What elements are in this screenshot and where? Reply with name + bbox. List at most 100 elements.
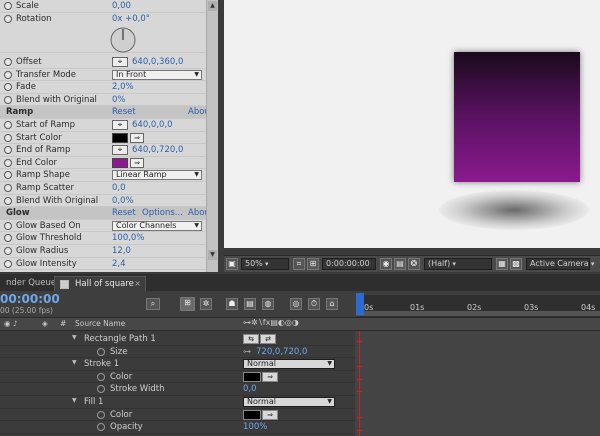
tab-comp[interactable]: Hall of square × [54, 276, 146, 291]
fill-color-swatch[interactable] [243, 409, 261, 420]
stopwatch-icon[interactable] [4, 121, 12, 129]
fx-value[interactable]: 12,0 [112, 246, 131, 256]
fx-section-glow[interactable]: Glow Reset Options... Abou [0, 207, 210, 220]
stopwatch-icon[interactable] [4, 70, 12, 79]
transparency-grid-icon[interactable]: ▩ [510, 258, 522, 270]
fx-value[interactable]: 100,0% [112, 233, 144, 243]
stopwatch-icon[interactable] [97, 410, 105, 419]
fx-value[interactable]: 0% [112, 95, 126, 105]
mask-icon[interactable]: ▤ [394, 258, 406, 270]
stroke-mode-dropdown[interactable]: Normal [243, 359, 335, 370]
stopwatch-icon[interactable] [97, 347, 105, 356]
roi-icon[interactable]: ▦ [496, 258, 508, 270]
camera-dropdown[interactable]: Active Camera [526, 258, 590, 270]
stopwatch-icon[interactable] [4, 133, 12, 142]
fx-value[interactable]: 0,0 [112, 183, 126, 193]
reset-link[interactable]: Reset [112, 208, 136, 218]
zoom-dropdown[interactable]: 50% [241, 258, 289, 270]
stopwatch-icon[interactable] [4, 234, 12, 243]
ramp-shape-dropdown[interactable]: Linear Ramp [112, 170, 202, 181]
fill-mode-dropdown[interactable]: Normal [243, 397, 335, 407]
layer-row-fill[interactable]: ▼ Fill 1 Normal [0, 396, 355, 409]
link-icon[interactable]: ⊶ [243, 347, 251, 356]
crosshair-icon[interactable]: ⌖ [112, 145, 128, 156]
current-time-indicator[interactable] [356, 293, 364, 315]
layer-row-stroke-color[interactable]: Color ⇒ [0, 371, 355, 384]
eyedropper-icon[interactable]: ⇒ [262, 409, 278, 420]
stopwatch-icon[interactable] [4, 83, 12, 92]
stroke-color-swatch[interactable] [243, 371, 261, 382]
stopwatch-icon[interactable] [4, 171, 12, 180]
composition-viewer[interactable] [224, 0, 600, 248]
crosshair-icon[interactable]: ⌖ [112, 120, 128, 130]
fx-value[interactable]: 640,0,0,0 [132, 120, 173, 130]
draft-3d-icon[interactable]: ✲ [200, 298, 212, 310]
timer-icon[interactable]: ⏱ [308, 298, 320, 310]
path-reverse-icon[interactable]: ⇄ [260, 334, 276, 344]
fit-icon[interactable]: ⌗ [293, 258, 305, 270]
purple-square-layer[interactable] [454, 52, 580, 182]
camera-icon[interactable]: ◉ [380, 258, 392, 270]
stopwatch-icon[interactable] [4, 95, 12, 104]
close-tab-icon[interactable]: × [134, 279, 141, 288]
transfer-mode-dropdown[interactable]: In Front [112, 69, 202, 80]
layer-prop-value[interactable]: 0,0 [243, 384, 257, 394]
scroll-up-icon[interactable]: ▲ [208, 1, 217, 11]
stopwatch-icon[interactable] [4, 14, 12, 23]
layer-row-stroke-width[interactable]: Stroke Width 0,0 [0, 383, 355, 396]
stopwatch-icon[interactable] [4, 259, 12, 268]
start-color-swatch[interactable] [112, 132, 128, 143]
stopwatch-icon[interactable] [97, 372, 105, 381]
search-icon[interactable]: ⌕ [146, 298, 160, 310]
options-link[interactable]: Options... [142, 208, 183, 218]
path-direction-icon[interactable]: ⇆ [243, 334, 259, 344]
layer-row-opacity[interactable]: Opacity 100% [0, 421, 355, 434]
comp-mini-flowchart-icon[interactable]: ⊞ [180, 297, 195, 311]
rotation-dial-icon[interactable] [110, 27, 136, 53]
layer-row-stroke[interactable]: ▼ Stroke 1 Normal [0, 358, 355, 371]
fx-value[interactable]: 0,00 [112, 1, 131, 11]
brainstorm-icon[interactable]: ⌂ [326, 298, 338, 310]
eyedropper-icon[interactable]: ⇒ [130, 157, 144, 168]
color-channels-icon[interactable]: ❂ [408, 258, 420, 270]
crosshair-icon[interactable]: ⌖ [112, 57, 128, 67]
fx-value[interactable]: 2,0% [112, 82, 134, 92]
fx-section-ramp[interactable]: Ramp Reset Abou [0, 106, 210, 119]
expand-triangle-icon[interactable]: ▼ [72, 334, 77, 341]
tab-render-queue[interactable]: nder Queue [0, 276, 63, 291]
effect-controls-scrollbar[interactable]: ▲ ▼ [206, 0, 218, 272]
expand-triangle-icon[interactable]: ▼ [72, 397, 77, 404]
layer-row-fill-color[interactable]: Color ⇒ [0, 409, 355, 422]
shy-icon[interactable]: ☗ [226, 298, 238, 310]
graph-editor-icon[interactable]: ◎ [290, 298, 302, 310]
layer-row-size[interactable]: Size ⊶ 720,0,720,0 [0, 346, 355, 359]
eyedropper-icon[interactable]: ⇒ [130, 132, 144, 143]
timeline-timecode[interactable]: 00:00:00 [0, 292, 60, 306]
stopwatch-icon[interactable] [97, 423, 105, 432]
fx-value[interactable]: 640,0,360,0 [132, 57, 183, 67]
fx-value[interactable]: 0x +0,0° [112, 14, 150, 24]
stopwatch-icon[interactable] [4, 221, 12, 230]
stopwatch-icon[interactable] [4, 184, 12, 192]
fx-value[interactable]: 0,0% [112, 196, 134, 206]
stopwatch-icon[interactable] [4, 196, 12, 205]
layer-prop-value[interactable]: 720,0,720,0 [256, 347, 307, 357]
eyedropper-icon[interactable]: ⇒ [262, 371, 278, 382]
layer-prop-value[interactable]: 100% [243, 422, 267, 432]
layer-row-rectangle-path[interactable]: ▼ Rectangle Path 1 ⇆ ⇄ [0, 333, 355, 346]
stopwatch-icon[interactable] [4, 2, 12, 10]
stopwatch-icon[interactable] [97, 385, 105, 394]
stopwatch-icon[interactable] [4, 146, 12, 155]
expand-triangle-icon[interactable]: ▼ [72, 359, 77, 366]
motion-blur-icon[interactable]: ◍ [262, 298, 274, 310]
stopwatch-icon[interactable] [4, 158, 12, 167]
frame-blending-icon[interactable]: ▤ [244, 298, 256, 310]
glow-based-on-dropdown[interactable]: Color Channels [112, 220, 202, 231]
timeline-track-area[interactable] [355, 331, 600, 436]
fx-value[interactable]: 640,0,720,0 [132, 145, 183, 155]
fx-value[interactable]: 2,4 [112, 259, 126, 269]
reset-link[interactable]: Reset [112, 107, 136, 117]
region-icon[interactable]: ▣ [226, 258, 238, 270]
stopwatch-icon[interactable] [4, 58, 12, 66]
scroll-down-icon[interactable]: ▼ [208, 250, 217, 260]
